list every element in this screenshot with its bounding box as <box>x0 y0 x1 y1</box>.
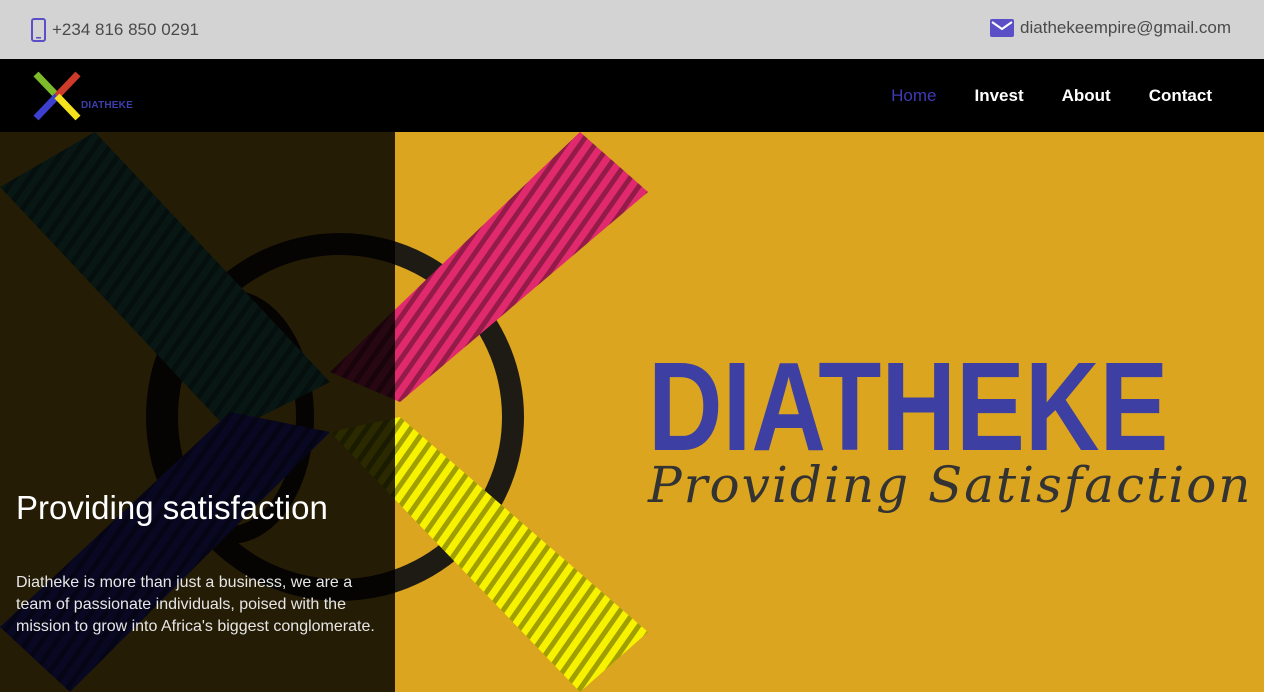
phone-number: +234 816 850 0291 <box>52 20 200 39</box>
hero-title: Providing satisfaction <box>16 489 328 526</box>
nav-contact[interactable]: Contact <box>1149 86 1212 106</box>
email-contact[interactable]: diathekeempire@gmail.com <box>990 18 1231 38</box>
hero-section: Providing satisfaction Diatheke is more … <box>0 132 1264 692</box>
site-logo[interactable]: DIATHEKE <box>30 70 140 122</box>
hero-description: Diatheke is more than just a business, w… <box>16 574 375 635</box>
envelope-icon <box>990 19 1020 37</box>
brand-tagline: Providing Satisfaction <box>648 456 1253 514</box>
main-navbar: DIATHEKE Home Invest About Contact <box>0 59 1264 132</box>
nav-home[interactable]: Home <box>891 86 936 106</box>
nav-about[interactable]: About <box>1062 86 1111 106</box>
brand-name-heading: DIATHEKE <box>648 336 1169 477</box>
phone-icon <box>31 18 52 42</box>
top-contact-bar: +234 816 850 0291 diathekeempire@gmail.c… <box>0 0 1264 59</box>
logo-text: DIATHEKE <box>81 100 133 111</box>
primary-nav: Home Invest About Contact <box>891 86 1212 106</box>
email-address: diathekeempire@gmail.com <box>1020 18 1231 37</box>
phone-contact[interactable]: +234 816 850 0291 <box>31 18 199 42</box>
logo-mark-icon <box>33 71 81 121</box>
nav-invest[interactable]: Invest <box>974 86 1023 106</box>
